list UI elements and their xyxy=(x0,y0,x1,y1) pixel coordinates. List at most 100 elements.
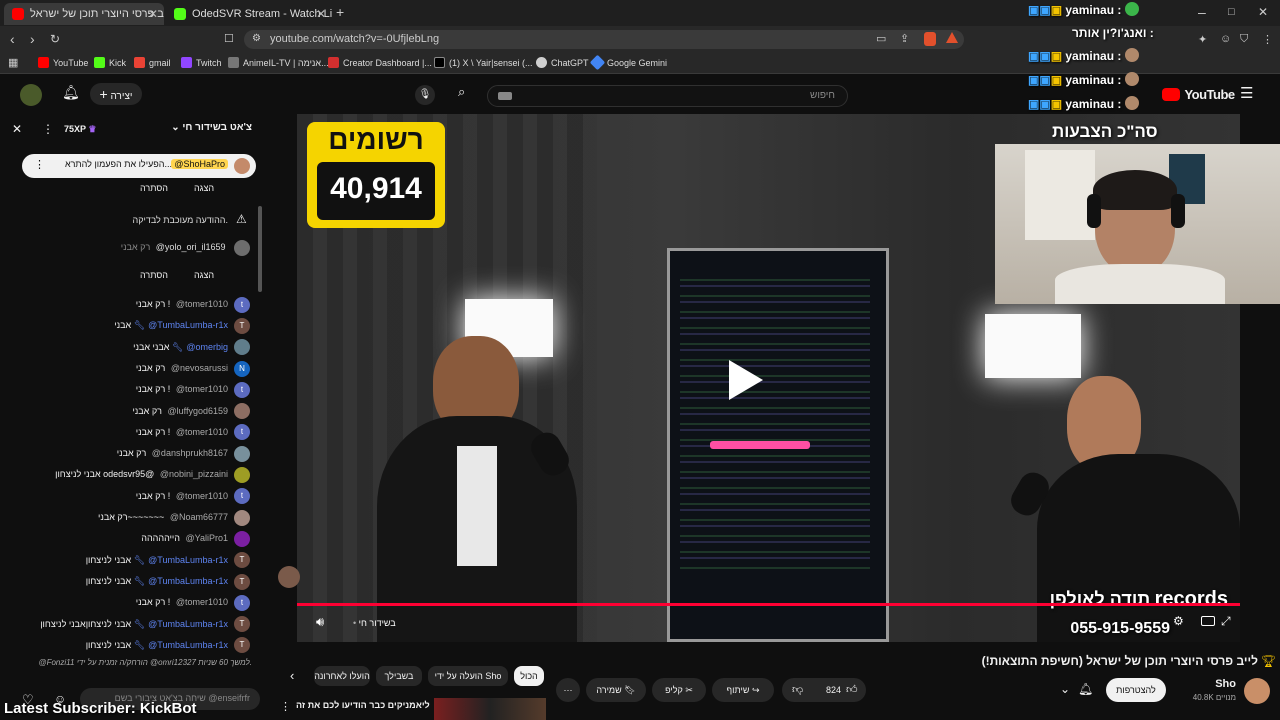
like-icon[interactable]: 👍︎ xyxy=(846,678,858,702)
bookmark-twitch[interactable]: Twitch xyxy=(181,55,222,71)
chat-message[interactable]: רק אבני ! @tomer1010 t xyxy=(136,295,250,313)
chat-message[interactable]: אבני לניצחון odedsvr95@ @nobini_pizzaini xyxy=(55,465,250,484)
chip-recent[interactable]: הועלו לאחרונה xyxy=(314,666,370,686)
reload-icon[interactable]: ↻ xyxy=(50,29,60,49)
dislike-icon[interactable]: 👎︎ xyxy=(792,678,803,702)
chat-message[interactable]: רק אבני ! @tomer1010 t xyxy=(136,423,250,441)
chat-message-user[interactable]: @TumbaLumba-r1x xyxy=(148,640,228,650)
pinned-more-icon[interactable]: ⋮ xyxy=(34,158,45,171)
fullscreen-icon[interactable]: ⤢ xyxy=(1221,614,1231,629)
forward-icon[interactable]: › xyxy=(30,29,35,49)
shield-icon[interactable]: ⛉ xyxy=(1240,33,1248,46)
chat-message-user[interactable]: @tomer1010 xyxy=(176,299,228,309)
chat-more-icon[interactable]: ⋮ xyxy=(42,122,54,136)
bookmark-icon[interactable]: ☐ xyxy=(224,29,234,49)
site-info-icon[interactable]: ⚙ xyxy=(252,29,261,49)
chat-message[interactable]: רק אבני ! @tomer1010 t xyxy=(136,380,250,398)
keyboard-icon[interactable] xyxy=(498,92,512,100)
volume-icon[interactable]: 🔊︎ xyxy=(316,614,324,630)
bookmark-creator-dashboard[interactable]: Creator Dashboard |... xyxy=(328,55,432,71)
chat-message[interactable]: אבני לניצחון 🔧︎ @TumbaLumba-r1x T xyxy=(86,636,250,654)
close-tab-icon[interactable]: ✕ xyxy=(148,3,158,25)
bookmark-animeil[interactable]: AnimeIL-TV | אנימה... xyxy=(228,55,329,71)
play-icon[interactable] xyxy=(729,360,763,400)
new-tab-icon[interactable]: + xyxy=(336,2,344,22)
url-field[interactable]: youtube.com/watch?v=-0UfjlebLng xyxy=(244,30,964,49)
chat-message-user[interactable]: @tomer1010 xyxy=(176,491,228,501)
chat-message[interactable]: הייההההה @YaliPro1 xyxy=(141,529,250,547)
live-indicator[interactable]: • בשידור חי xyxy=(353,618,396,628)
channel-name[interactable]: Sho xyxy=(1215,678,1236,690)
clip-button[interactable]: קליפ ✂ xyxy=(652,678,706,702)
progress-bar[interactable] xyxy=(297,603,1240,606)
search-icon[interactable]: ⌕ xyxy=(458,84,465,100)
chat-message[interactable]: רק אבני~~~~~~~ @Noam66777 xyxy=(98,508,250,526)
chevron-down-icon[interactable]: ⌄ xyxy=(1060,682,1070,696)
close-tab-icon[interactable]: ✕ xyxy=(316,3,326,25)
channel-avatar[interactable] xyxy=(1244,678,1270,704)
chips-prev-icon[interactable]: ‹ xyxy=(290,668,294,683)
browser-menu-icon[interactable]: ⋮ xyxy=(1262,33,1273,46)
chip-uploaded-by[interactable]: הועלה על ידי Sho xyxy=(428,666,508,686)
chat-message-user[interactable]: @nevosarussi xyxy=(171,363,228,373)
chat-message[interactable]: רק אבני @danshprukh8167 xyxy=(117,444,250,462)
chat-message-user[interactable]: @YaliPro1 xyxy=(186,533,229,543)
settings-icon[interactable]: ⚙ xyxy=(1173,614,1184,628)
chat-mode-dropdown[interactable]: ⌄ צ'אט בשידור חי xyxy=(171,122,252,133)
chat-message[interactable]: אבני לניצחון 🔧︎ @TumbaLumba-r1x T xyxy=(86,572,250,590)
chat-message-user[interactable]: @nobini_pizzaini xyxy=(160,469,228,479)
close-chat-icon[interactable]: ✕ xyxy=(12,122,22,136)
chat-message-user[interactable]: @TumbaLumba-r1x xyxy=(148,619,228,629)
chat-message-user[interactable]: @tomer1010 xyxy=(176,597,228,607)
chat-message-user[interactable]: @luffygod6159 xyxy=(167,406,228,416)
chat-message[interactable]: רק אבני @luffygod6159 xyxy=(132,402,250,420)
chat-message[interactable]: רק אבני ! @tomer1010 t xyxy=(136,593,250,611)
chat-scrollbar[interactable] xyxy=(258,206,262,292)
search-input[interactable]: חיפוש xyxy=(487,85,848,107)
brave-rewards-icon[interactable] xyxy=(946,32,958,43)
show-button[interactable]: הצגה xyxy=(184,178,224,198)
chip-for-you[interactable]: בשבילך xyxy=(376,666,422,686)
voice-search-icon[interactable]: 🎙︎ xyxy=(415,85,435,105)
bookmark-chatgpt[interactable]: ChatGPT xyxy=(536,55,589,71)
profile-icon[interactable]: ☺ xyxy=(1220,33,1231,45)
create-button[interactable]: + יצירה xyxy=(90,83,142,105)
bookmark-gmail[interactable]: gmail xyxy=(134,55,171,71)
cast-icon[interactable]: ▭ xyxy=(876,29,886,49)
chat-message[interactable]: אבני לניצחוןאבני לניצחון 🔧︎ @TumbaLumba-r… xyxy=(40,615,250,633)
chat-message-user[interactable]: @TumbaLumba-r1x xyxy=(148,576,228,586)
close-window-icon[interactable]: ✕ xyxy=(1258,2,1268,22)
like-dislike-button[interactable]: 👎︎ 824 👍︎ xyxy=(782,678,866,702)
hide-button[interactable]: הסתרה xyxy=(131,178,177,198)
next-video-title[interactable]: מליאמניקים כבר הודיעו לכם את זה? xyxy=(296,700,430,710)
tab-kick[interactable]: OdedSVR Stream - Watch Live on Kic ✕ xyxy=(166,3,332,25)
chat-message[interactable]: אבני לניצחון 🔧︎ @TumbaLumba-r1x T xyxy=(86,551,250,569)
chat-message-user[interactable]: @omerbig xyxy=(186,342,228,352)
more-actions-button[interactable]: ⋯ xyxy=(556,678,580,702)
chat-message[interactable]: רק אבני ! @tomer1010 t xyxy=(136,487,250,505)
chat-message[interactable]: אבני 🔧︎ @TumbaLumba-r1x T xyxy=(114,316,250,334)
share-button[interactable]: שיתוף ↪ xyxy=(712,678,774,702)
chat-message-user[interactable]: @TumbaLumba-r1x xyxy=(148,555,228,565)
back-icon[interactable]: ‹ xyxy=(10,29,15,49)
chat-message-user[interactable]: @danshprukh8167 xyxy=(152,448,228,458)
menu-icon[interactable]: ☰ xyxy=(1240,84,1253,102)
tab-youtube[interactable]: לייב פרסי היוצרי תוכן של ישראל ✕ xyxy=(4,3,164,25)
hide-button[interactable]: הסתרה xyxy=(131,265,177,285)
show-button[interactable]: הצגה xyxy=(184,265,224,285)
share-icon[interactable]: ⇪ xyxy=(900,29,909,49)
bookmark-youtube[interactable]: YouTube xyxy=(38,55,88,71)
extension-icon[interactable]: ✦ xyxy=(1198,33,1207,46)
bookmark-kick[interactable]: Kick xyxy=(94,55,126,71)
chip-all[interactable]: הכול xyxy=(514,666,544,686)
bookmark-gemini[interactable]: Google Gemini xyxy=(589,54,667,71)
maximize-icon[interactable]: □ xyxy=(1228,2,1235,22)
pinned-message[interactable]: ⋮ הפעילו את הפעמון להתרא... @ShoHaPro xyxy=(22,154,256,178)
notifications-bell-icon[interactable]: 🔔︎ xyxy=(62,84,80,101)
bookmark-x[interactable]: (1) X \ Yair|sensei (... xyxy=(434,55,533,71)
chat-message-user[interactable]: @Noam66777 xyxy=(170,512,228,522)
chat-message-user[interactable]: @tomer1010 xyxy=(176,384,228,394)
chat-message-user[interactable]: @TumbaLumba-r1x xyxy=(148,320,228,330)
chat-message-user[interactable]: @tomer1010 xyxy=(176,427,228,437)
next-video-thumbnail[interactable] xyxy=(434,698,546,720)
